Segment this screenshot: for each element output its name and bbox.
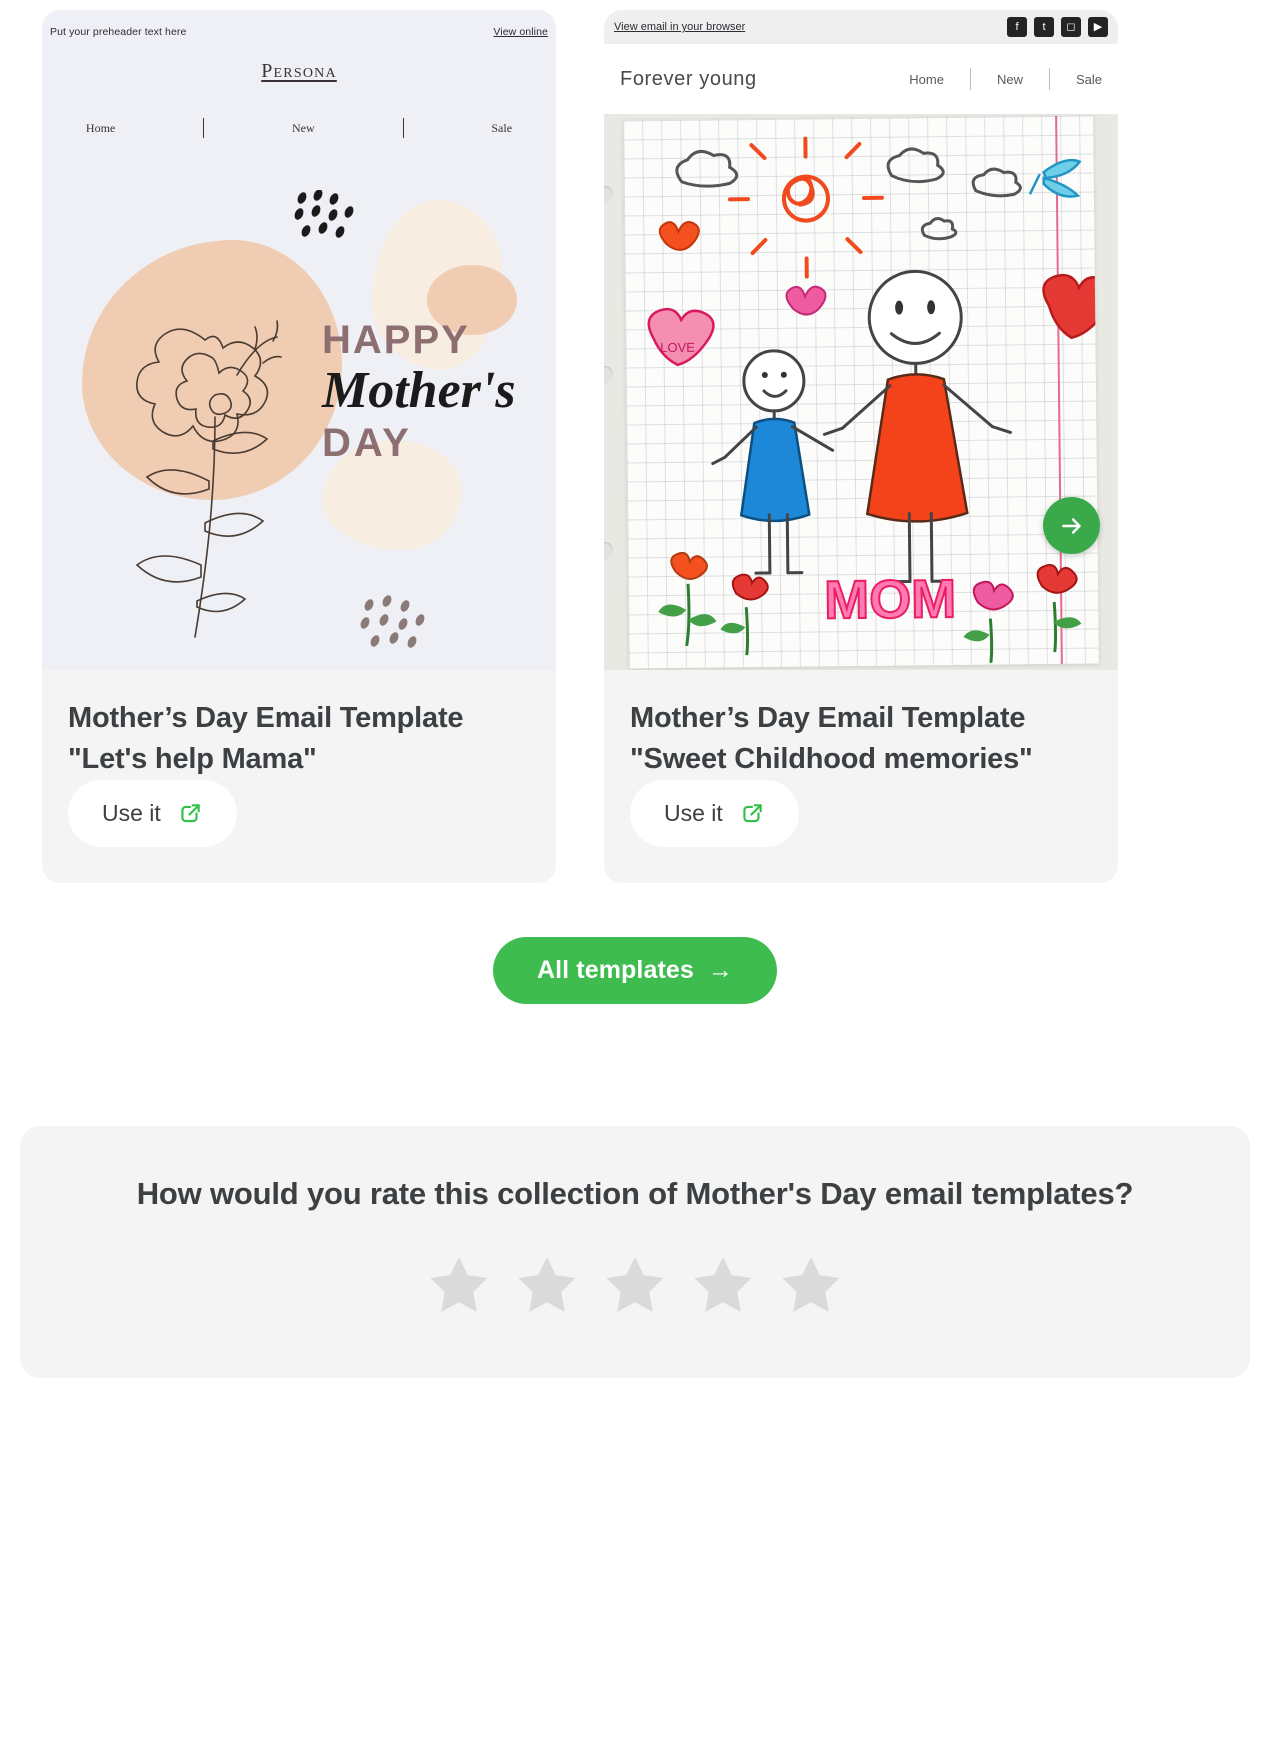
flower-line-art-icon xyxy=(135,320,282,638)
page-root: Put your preheader text here View online… xyxy=(0,0,1270,1740)
headline-day: DAY xyxy=(322,420,412,465)
nav-item-sale[interactable]: Sale xyxy=(1076,72,1102,87)
nav-item-home[interactable]: Home xyxy=(86,121,115,136)
next-slide-button[interactable] xyxy=(1043,497,1100,554)
preview-topbar: View email in your browser f t ◻ ▶ xyxy=(604,10,1118,44)
star-icon-4[interactable] xyxy=(686,1250,760,1322)
dot-cluster-icon xyxy=(294,190,354,238)
headline-happy: HAPPY xyxy=(322,318,470,362)
template-cards-row: Put your preheader text here View online… xyxy=(10,0,1260,884)
nav-divider xyxy=(1048,68,1050,90)
dot-cluster-lower-icon xyxy=(360,595,425,648)
card-body: Mother’s Day Email Template "Sweet Child… xyxy=(604,670,1118,780)
drawing-caption: MOM xyxy=(824,569,957,630)
use-it-button[interactable]: Use it xyxy=(68,780,237,848)
persona-nav: Home New Sale xyxy=(42,118,556,138)
forever-young-nav: Home New Sale xyxy=(909,68,1102,90)
nav-item-home[interactable]: Home xyxy=(909,72,944,87)
instagram-icon[interactable]: ◻ xyxy=(1061,17,1081,37)
persona-headline: HAPPY Mother's DAY xyxy=(322,320,556,466)
nav-divider xyxy=(969,68,971,90)
social-icons-group: f t ◻ ▶ xyxy=(1007,17,1108,37)
use-it-label: Use it xyxy=(664,800,723,827)
twitter-icon[interactable]: t xyxy=(1034,17,1054,37)
star-icon-3[interactable] xyxy=(598,1250,672,1322)
facebook-icon[interactable]: f xyxy=(1007,17,1027,37)
preview-preheader-row: Put your preheader text here View online xyxy=(42,26,556,38)
paper-hole xyxy=(604,542,613,559)
nav-item-new[interactable]: New xyxy=(997,72,1023,87)
preheader-text: Put your preheader text here xyxy=(50,26,187,38)
nav-item-new[interactable]: New xyxy=(292,121,315,136)
hero-drawing-area: LOVE MOM xyxy=(604,114,1118,670)
template-title: Mother’s Day Email Template "Let's help … xyxy=(68,702,464,776)
all-templates-button[interactable]: All templates → xyxy=(492,937,777,1005)
rating-question: How would you rate this collection of Mo… xyxy=(136,1176,1134,1212)
use-it-button[interactable]: Use it xyxy=(630,780,799,848)
nav-divider xyxy=(203,118,205,138)
card-body: Mother’s Day Email Template "Let's help … xyxy=(42,670,556,780)
youtube-icon[interactable]: ▶ xyxy=(1088,17,1108,37)
all-templates-label: All templates xyxy=(536,956,694,985)
use-it-label: Use it xyxy=(102,800,161,827)
star-icon-2[interactable] xyxy=(510,1250,584,1322)
template-card[interactable]: Put your preheader text here View online… xyxy=(42,10,556,884)
external-link-icon xyxy=(181,804,200,822)
paper-hole xyxy=(604,186,613,203)
notebook-paper: LOVE MOM xyxy=(623,115,1099,669)
rating-stars xyxy=(80,1250,1190,1322)
arrow-right-icon: → xyxy=(707,956,733,985)
persona-brand-logo: Persona xyxy=(42,60,556,83)
star-icon-1[interactable] xyxy=(422,1250,496,1322)
headline-mothers: Mother's xyxy=(322,362,516,419)
arrow-right-icon xyxy=(1061,517,1081,534)
forever-young-logo: Forever young xyxy=(620,67,757,90)
view-in-browser-link[interactable]: View email in your browser xyxy=(614,21,745,33)
svg-text:LOVE: LOVE xyxy=(660,340,695,355)
paper-hole xyxy=(604,366,613,383)
star-icon-5[interactable] xyxy=(774,1250,848,1322)
all-templates-row: All templates → xyxy=(10,937,1260,1005)
card-footer: Use it xyxy=(604,780,1118,883)
template-card[interactable]: View email in your browser f t ◻ ▶ Forev… xyxy=(604,10,1118,884)
nav-item-sale[interactable]: Sale xyxy=(491,121,512,136)
nav-divider xyxy=(402,118,404,138)
view-online-link[interactable]: View online xyxy=(493,26,548,38)
child-drawing-icon: LOVE MOM xyxy=(647,136,1099,663)
card-footer: Use it xyxy=(42,780,556,883)
email-preview-forever-young: View email in your browser f t ◻ ▶ Forev… xyxy=(604,10,1118,670)
rating-panel: How would you rate this collection of Mo… xyxy=(20,1126,1250,1379)
template-title: Mother’s Day Email Template "Sweet Child… xyxy=(630,702,1033,776)
email-preview-persona: Put your preheader text here View online… xyxy=(42,10,556,670)
external-link-icon xyxy=(743,804,762,822)
forever-young-navbar: Forever young Home New Sale xyxy=(604,44,1118,114)
